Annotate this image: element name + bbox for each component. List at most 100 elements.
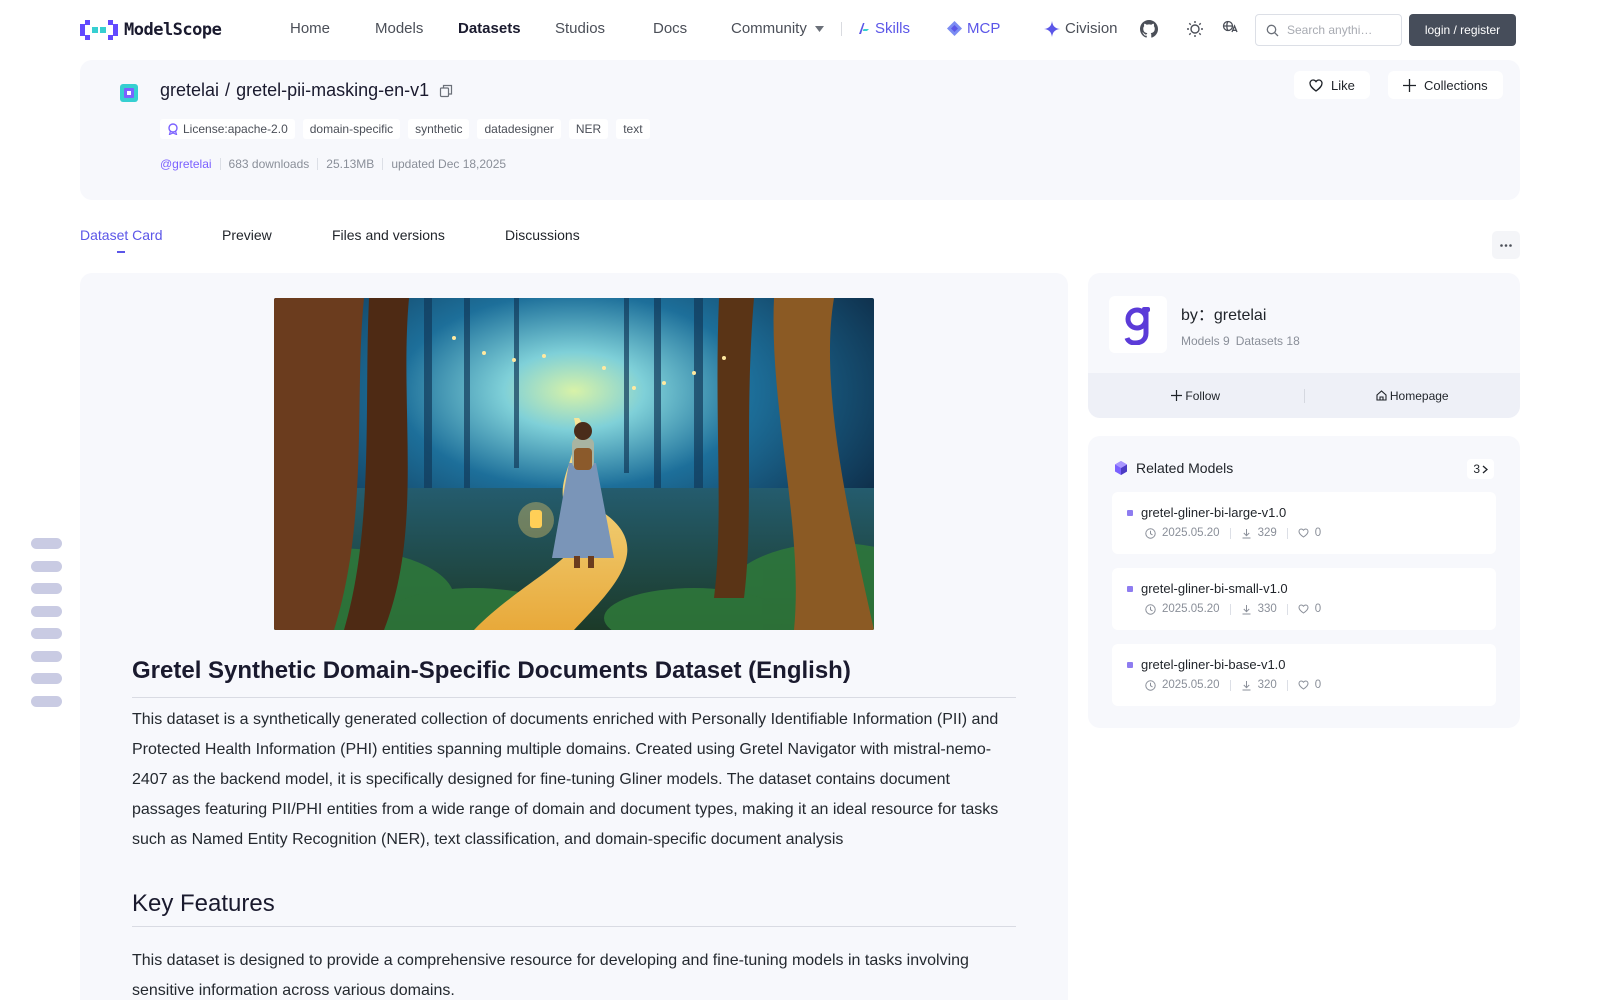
model-date: 2025.05.20 — [1162, 527, 1220, 539]
related-model-card[interactable]: gretel-gliner-bi-small-v1.0 2025.05.20 3… — [1112, 568, 1496, 630]
follow-button[interactable]: Follow — [1088, 389, 1304, 403]
homepage-button[interactable]: Homepage — [1305, 389, 1521, 403]
copy-icon[interactable] — [439, 84, 453, 98]
toc-entry[interactable] — [31, 605, 62, 617]
org-datasets-count[interactable]: Datasets 18 — [1236, 334, 1300, 348]
related-models-header: Related Models — [1114, 460, 1233, 476]
model-name-row: gretel-gliner-bi-small-v1.0 — [1127, 581, 1288, 596]
collections-label: Collections — [1424, 77, 1488, 93]
dataset-card-heading: Gretel Synthetic Domain-Specific Documen… — [132, 657, 1016, 698]
tag-item[interactable]: datadesigner — [477, 119, 561, 139]
model-name-row: gretel-gliner-bi-large-v1.0 — [1127, 505, 1286, 520]
updated-date: updated Dec 18,2025 — [391, 157, 507, 171]
sparkle-icon — [1044, 20, 1060, 37]
related-models-count: 3 — [1473, 462, 1480, 476]
theme-toggle-sun-icon[interactable] — [1184, 18, 1206, 40]
tab-dataset-card[interactable]: Dataset Card — [80, 227, 162, 243]
toc-entry[interactable] — [31, 695, 62, 707]
model-likes: 0 — [1314, 603, 1322, 615]
dataset-avatar-icon — [120, 84, 138, 102]
meta-separator — [219, 158, 221, 170]
model-meta: 2025.05.20 329 0 — [1145, 527, 1321, 539]
nav-mcp-label: MCP — [967, 20, 1001, 37]
org-models-count[interactable]: Models 9 — [1181, 334, 1230, 348]
model-name: gretel-gliner-bi-large-v1.0 — [1141, 505, 1287, 520]
toc-entry[interactable] — [31, 560, 62, 572]
tag-item[interactable]: NER — [568, 119, 609, 139]
toc-entry[interactable] — [31, 673, 62, 684]
table-of-contents — [31, 538, 62, 718]
nav-models[interactable]: Models — [375, 20, 423, 37]
plus-icon — [1171, 390, 1183, 401]
model-date: 2025.05.20 — [1162, 679, 1220, 691]
model-likes: 0 — [1314, 679, 1322, 691]
download-count: 683 downloads — [228, 157, 310, 171]
nav-mcp[interactable]: MCP — [947, 20, 1000, 37]
meta-separator — [1229, 679, 1231, 691]
toc-entry[interactable] — [31, 650, 62, 662]
intro-paragraph: This dataset is a synthetically generate… — [132, 711, 999, 848]
dataset-name: gretel-pii-masking-en-v1 — [236, 80, 430, 100]
caret-down-icon — [814, 25, 824, 32]
nav-datasets[interactable]: Datasets — [458, 20, 521, 37]
language-icon[interactable] — [1220, 18, 1242, 40]
meta-separator — [1286, 679, 1288, 691]
related-models-panel: Related Models 3 gretel-gliner-bi-large-… — [1088, 436, 1520, 728]
license-tag[interactable]: License:apache-2.0 — [160, 119, 295, 139]
nav-home[interactable]: Home — [290, 20, 330, 37]
model-name-row: gretel-gliner-bi-base-v1.0 — [1127, 657, 1286, 672]
tab-discussions[interactable]: Discussions — [505, 227, 580, 243]
meta-separator — [317, 158, 319, 170]
model-downloads: 329 — [1257, 527, 1277, 539]
model-name: gretel-gliner-bi-base-v1.0 — [1141, 657, 1286, 672]
heart-icon — [1309, 78, 1323, 92]
tab-files-and-versions[interactable]: Files and versions — [332, 227, 445, 243]
org-name[interactable]: by：gretelai — [1181, 301, 1266, 325]
like-button[interactable]: Like — [1294, 71, 1370, 99]
tag-item[interactable]: synthetic — [408, 119, 470, 139]
modelscope-logo[interactable]: ModelScope — [80, 19, 222, 41]
top-navigation: ModelScope Home Models Datasets Studios … — [0, 0, 1600, 58]
model-bullet-icon — [1127, 661, 1133, 668]
key-features-heading: Key Features — [132, 890, 1016, 927]
active-tab-indicator — [117, 251, 125, 253]
tag-item[interactable]: domain-specific — [302, 119, 401, 139]
author-link[interactable]: @gretelai — [160, 157, 212, 171]
chevron-right-icon — [1482, 465, 1488, 473]
gretel-logo-icon — [1124, 306, 1150, 345]
dataset-owner[interactable]: gretelai — [160, 80, 219, 101]
organization-card: by：gretelai Models 9 Datasets 18 Follow … — [1088, 273, 1520, 418]
tag-item[interactable]: text — [616, 119, 650, 139]
plus-icon — [1403, 78, 1416, 92]
toc-entry[interactable] — [31, 628, 62, 639]
login-register-button[interactable]: login / register — [1409, 14, 1516, 46]
search-box[interactable] — [1255, 14, 1402, 46]
meta-separator — [382, 158, 384, 170]
toc-entry[interactable] — [31, 538, 62, 549]
nav-studios[interactable]: Studios — [555, 20, 605, 37]
nav-civision[interactable]: Civision — [1044, 20, 1118, 37]
license-tag-label: License:apache-2.0 — [183, 122, 288, 136]
nav-community[interactable]: Community — [731, 20, 824, 37]
search-input[interactable] — [1287, 23, 1387, 37]
model-meta: 2025.05.20 330 0 — [1145, 603, 1321, 615]
more-options-button[interactable] — [1492, 231, 1520, 259]
clock-icon — [1145, 527, 1156, 539]
download-icon — [1242, 528, 1251, 538]
skills-icon — [859, 23, 869, 34]
model-downloads: 320 — [1257, 679, 1277, 691]
model-meta: 2025.05.20 320 0 — [1145, 679, 1321, 691]
tab-preview[interactable]: Preview — [222, 227, 272, 243]
org-avatar[interactable] — [1109, 296, 1167, 353]
nav-skills[interactable]: Skills — [857, 20, 910, 37]
related-model-card[interactable]: gretel-gliner-bi-large-v1.0 2025.05.20 3… — [1112, 492, 1496, 554]
toc-entry[interactable] — [31, 583, 62, 594]
download-icon — [1242, 604, 1251, 614]
collections-button[interactable]: Collections — [1388, 71, 1503, 99]
github-icon[interactable] — [1138, 18, 1160, 40]
related-model-card[interactable]: gretel-gliner-bi-base-v1.0 2025.05.20 32… — [1112, 644, 1496, 706]
related-models-count-link[interactable]: 3 — [1467, 459, 1494, 479]
clock-icon — [1145, 679, 1156, 691]
nav-docs[interactable]: Docs — [653, 20, 687, 37]
mcp-icon — [947, 21, 962, 36]
